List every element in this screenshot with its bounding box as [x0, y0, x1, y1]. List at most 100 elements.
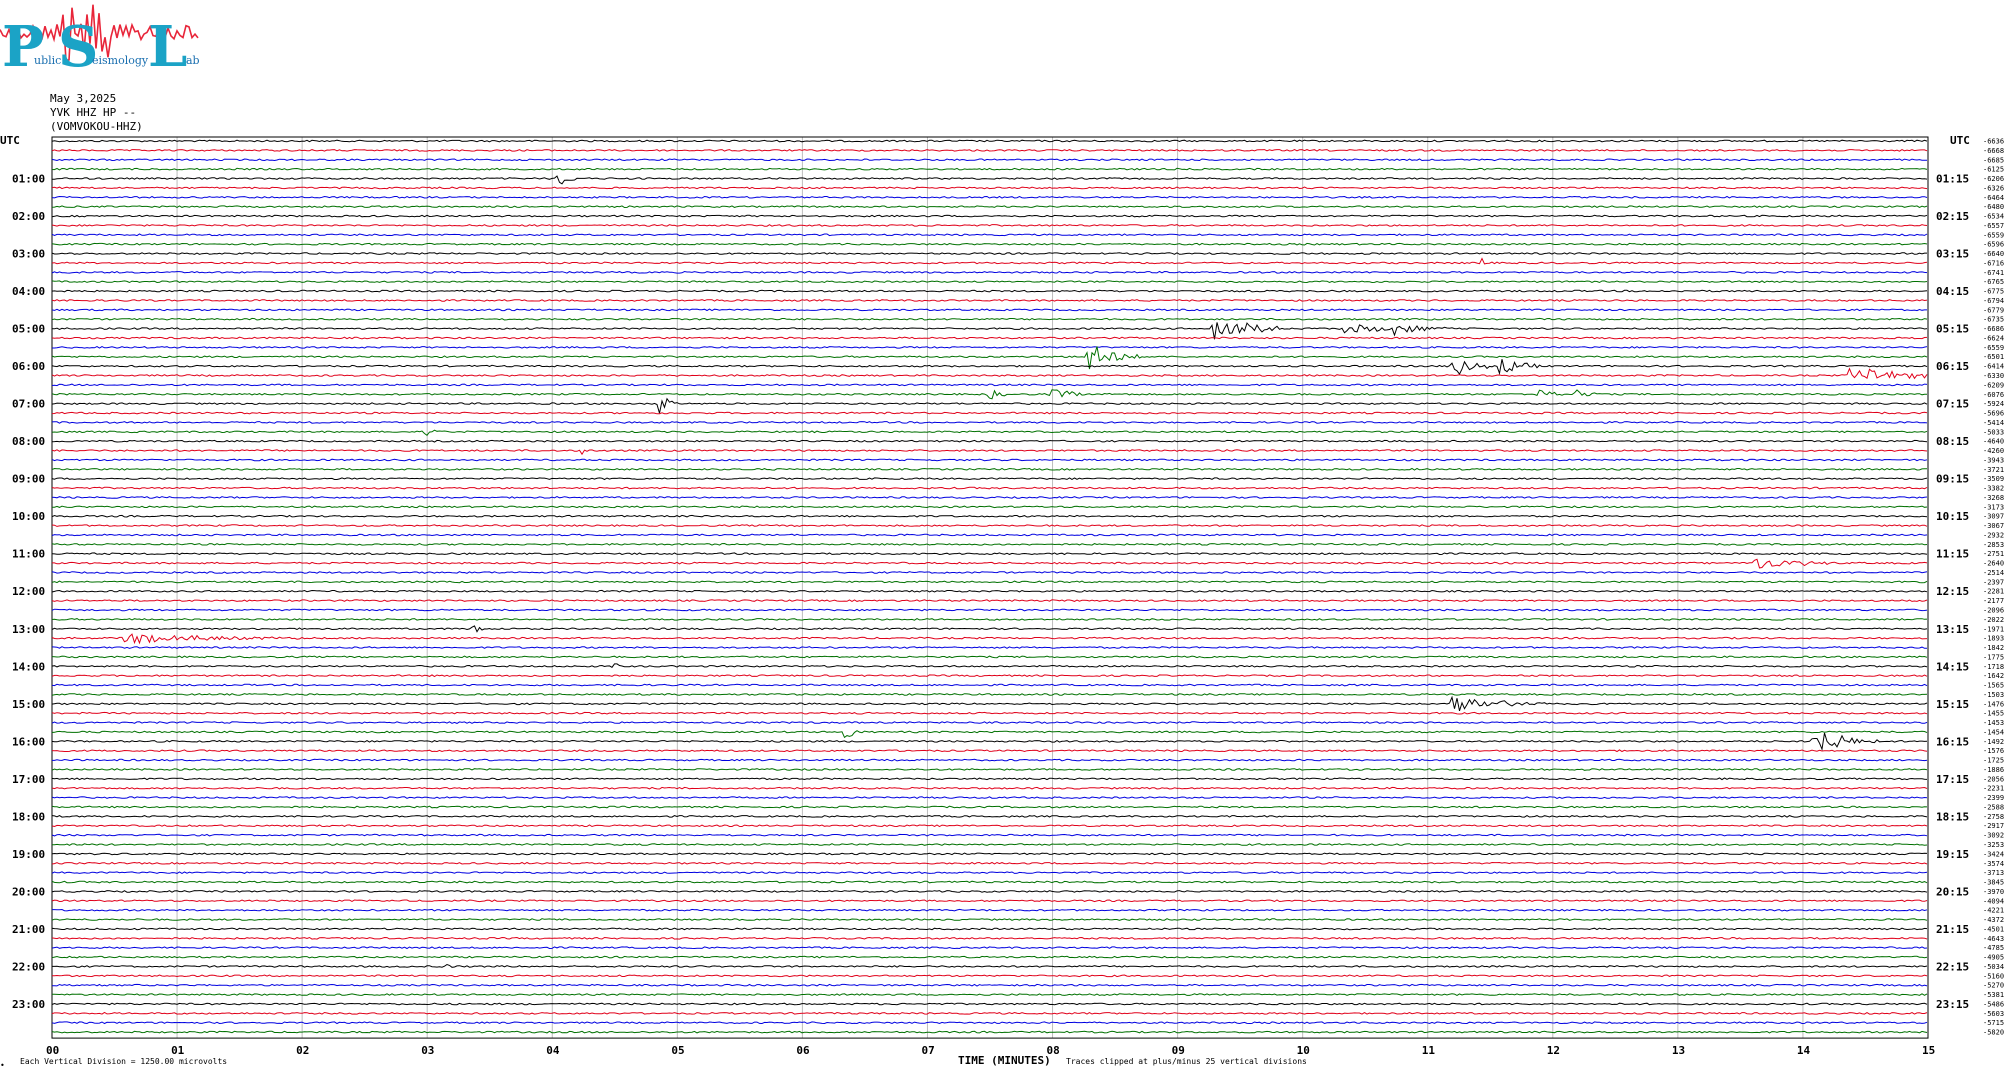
trace-offset-label: -5381 [1983, 991, 2004, 999]
trace-line [51, 805, 1928, 809]
left-hour-label: 03:00 [12, 248, 45, 261]
trace-offset-label: -4094 [1983, 897, 2004, 905]
trace-line [51, 824, 1928, 828]
trace-line [51, 397, 1928, 414]
x-tick-label: 10 [1297, 1044, 1310, 1057]
trace-line [52, 843, 1928, 846]
trace-offset-label: -2751 [1983, 550, 2004, 558]
trace-line [51, 449, 1928, 456]
trace-offset-label: -5486 [1983, 1000, 2004, 1008]
trace-offset-label: -3173 [1983, 503, 2004, 511]
trace-offset-label: -3574 [1983, 860, 2004, 868]
trace-offset-label: -5820 [1983, 1029, 2004, 1037]
logo-letter-l: L [148, 14, 187, 80]
trace-line [51, 524, 1928, 527]
x-tick-label: 09 [1172, 1044, 1185, 1057]
trace-line [51, 730, 1928, 739]
trace-offset-label: -5696 [1983, 410, 2004, 418]
trace-line [51, 421, 1928, 424]
trace-line [51, 693, 1928, 696]
right-hour-label: 21:15 [1936, 923, 1969, 936]
trace-offset-label: -6624 [1983, 334, 2004, 342]
right-hour-label: 11:15 [1936, 548, 1969, 561]
trace-line [51, 599, 1928, 602]
right-hour-label: 05:15 [1936, 323, 1969, 336]
trace-line [51, 533, 1928, 537]
right-hour-label: 13:15 [1936, 623, 1969, 636]
trace-line [51, 711, 1928, 715]
trace-offset-label: -6794 [1983, 297, 2004, 305]
clip-note: Traces clipped at plus/minus 25 vertical… [1066, 1057, 1307, 1066]
trace-offset-label: -2056 [1983, 775, 2004, 783]
left-hour-label: 07:00 [12, 398, 45, 411]
trace-offset-label: -2853 [1983, 541, 2004, 549]
trace-line [51, 224, 1928, 227]
seismic-traces [51, 139, 1928, 1034]
trace-line [51, 346, 1928, 370]
trace-offset-label: -5160 [1983, 972, 2004, 980]
trace-offset-label: -4785 [1983, 944, 2004, 952]
trace-line [51, 149, 1928, 152]
right-hour-label: 08:15 [1936, 435, 1969, 448]
trace-offset-label: -3424 [1983, 850, 2004, 858]
right-hour-label: 20:15 [1936, 885, 1969, 898]
x-tick-label: 06 [796, 1044, 810, 1057]
trace-offset-label: -2640 [1983, 560, 2004, 568]
trace-line [51, 993, 1928, 996]
left-hour-label: 11:00 [12, 548, 45, 561]
trace-offset-label: -1971 [1983, 625, 2004, 633]
right-hour-label: 04:15 [1936, 285, 1969, 298]
trace-offset-label: -5033 [1983, 428, 2004, 436]
trace-offset-label: -6125 [1983, 166, 2004, 174]
trace-offset-label: -6557 [1983, 222, 2004, 230]
trace-offset-label: -6464 [1983, 194, 2004, 202]
logo-word-public: ublic [34, 54, 61, 67]
trace-line [51, 167, 1928, 171]
trace-line [51, 514, 1928, 518]
trace-line [52, 758, 1928, 762]
left-hour-label: 12:00 [12, 585, 45, 598]
trace-line [51, 815, 1928, 818]
left-hour-label: 17:00 [12, 773, 45, 786]
trace-offset-label: -2177 [1983, 597, 2004, 605]
trace-offset-label: -2022 [1983, 616, 2004, 624]
trace-offset-label: -2399 [1983, 794, 2004, 802]
x-tick-label: 13 [1672, 1044, 1685, 1057]
trace-line [51, 852, 1928, 856]
right-hour-label: 18:15 [1936, 810, 1969, 823]
left-hour-label: 14:00 [12, 660, 45, 673]
left-hour-labels: UTC 01:00 02:00 03:00 04:00 05:00 06:00 07:00 08… [0, 134, 45, 1011]
trace-offset-label: -5034 [1983, 963, 2004, 971]
trace-line [51, 552, 1928, 556]
right-hour-label: 16:15 [1936, 735, 1969, 748]
trace-line [52, 963, 1928, 968]
right-hour-label: 14:15 [1936, 660, 1969, 673]
trace-line [51, 927, 1928, 931]
left-hour-label: 22:00 [12, 960, 45, 973]
left-hour-label: 02:00 [12, 210, 45, 223]
trace-line [51, 655, 1928, 659]
x-tick-label: 03 [421, 1044, 434, 1057]
trace-offset-label: -1886 [1983, 766, 2004, 774]
right-hour-label: 17:15 [1936, 773, 1969, 786]
trace-offset-label: -6775 [1983, 288, 2004, 296]
x-tick-label: 11 [1422, 1044, 1436, 1057]
trace-line [51, 580, 1928, 584]
trace-offset-label: -1454 [1983, 728, 2004, 736]
trace-line [51, 946, 1928, 950]
trace-offset-label: -3253 [1983, 841, 2004, 849]
trace-offset-label: -3382 [1983, 485, 2004, 493]
right-hour-label: 02:15 [1936, 210, 1969, 223]
trace-offset-label: -6685 [1983, 156, 2004, 164]
left-hour-label: 19:00 [12, 848, 45, 861]
trace-offset-label: -1725 [1983, 757, 2004, 765]
x-tick-label: 07 [921, 1044, 934, 1057]
trace-offset-label: -1503 [1983, 691, 2004, 699]
trace-offset-label: -3067 [1983, 522, 2004, 530]
trace-offset-label: -3092 [1983, 832, 2004, 840]
trace-line [51, 186, 1928, 190]
scale-note: Each Vertical Division = 1250.00 microvo… [20, 1057, 227, 1066]
trace-line [51, 880, 1928, 884]
trace-offset-label: -2281 [1983, 588, 2004, 596]
trace-line [51, 695, 1928, 712]
